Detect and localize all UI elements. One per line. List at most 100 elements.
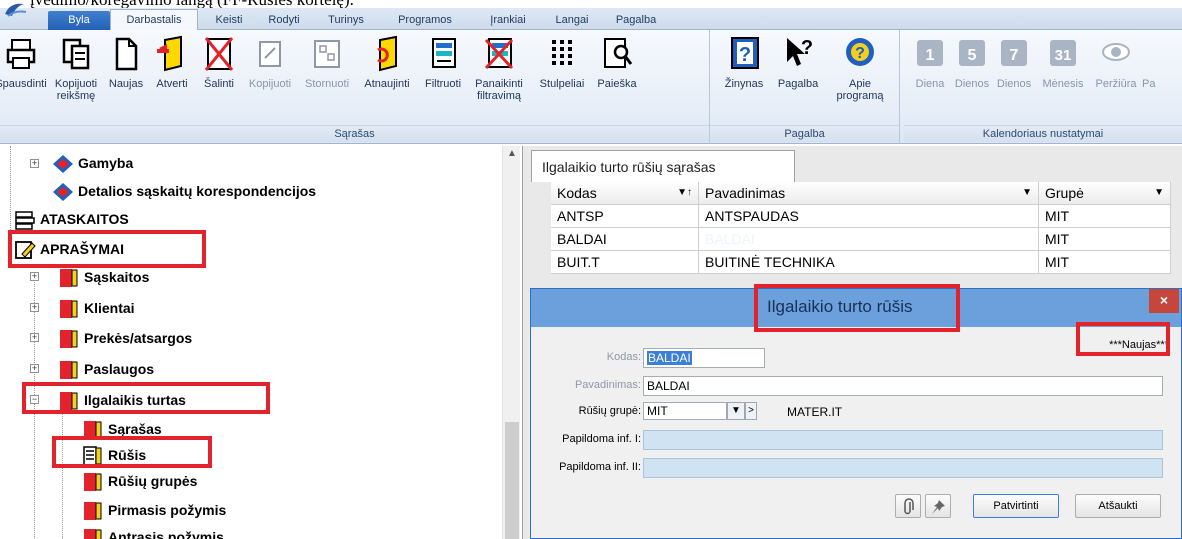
knowledge-base-button[interactable]: ? Žinynas — [716, 34, 772, 90]
tree-node-detalios[interactable]: Detalios sąskaitų korespondencijos — [52, 180, 316, 202]
tree-node-pirmasis-pozymis[interactable]: Pirmasis požymis — [82, 499, 226, 521]
calendar-month-button[interactable]: 31 Mėnesis — [1036, 34, 1090, 90]
new-button[interactable]: Naujas — [104, 34, 148, 90]
eye-icon — [1102, 43, 1130, 61]
table-row[interactable]: ANTSP ANTSPAUDAS MIT — [531, 205, 1182, 228]
delete-button[interactable]: Šalinti — [196, 34, 242, 90]
help-button[interactable]: ? Pagalba — [772, 34, 824, 90]
print-button[interactable]: Spausdinti — [0, 34, 52, 90]
remove-filter-button[interactable]: Panaikinti filtravimą — [468, 34, 530, 102]
dropdown-button[interactable]: ▼ — [727, 402, 745, 420]
inf2-label: Papildoma inf. II: — [559, 461, 641, 473]
tree-node-klientai[interactable]: Klientai — [58, 297, 135, 319]
tree-node-antrasis-pozymis[interactable]: Antrasis požymis — [82, 526, 224, 539]
ribbon-group-sarasas: Spausdinti Kopijuoti reikšmę Naujas Atve… — [0, 30, 710, 144]
expand-toggle[interactable]: + — [30, 159, 39, 168]
ribbon-group-title: Kalendoriaus nustatymai — [904, 125, 1182, 142]
column-header-pavadinimas[interactable]: Pavadinimas ▼ — [699, 182, 1039, 205]
open-button[interactable]: Atverti — [148, 34, 196, 90]
tab-langai[interactable]: Langai — [542, 11, 602, 30]
calendar-week-icon: 7 — [1001, 40, 1027, 66]
tab-byla[interactable]: Byla — [48, 11, 110, 30]
calendar-preview-button[interactable]: Peržiūra — [1088, 34, 1144, 90]
tree-node-saskaitos[interactable]: Sąskaitos — [58, 266, 149, 288]
folder-book-icon — [60, 392, 78, 411]
copy-disabled-icon — [259, 41, 281, 67]
tree-node-sarasas[interactable]: Sąrašas — [82, 418, 162, 440]
tree-scrollbar[interactable]: ▲ — [502, 146, 520, 539]
calendar-5days-button[interactable]: 5 Dienos — [950, 34, 994, 90]
expand-toggle[interactable]: + — [30, 364, 39, 373]
tree-connector — [62, 404, 63, 539]
filter-icon[interactable]: ▼ — [1022, 182, 1032, 204]
table-row[interactable]: BUIT.T BUITINĖ TECHNIKA MIT — [531, 251, 1182, 274]
next-button[interactable]: > — [745, 402, 757, 420]
data-grid: Kodas ▼↑ Pavadinimas ▼ Grupė ▼ ANTSP ANTSPA… — [531, 182, 1182, 274]
svg-text:?: ? — [801, 37, 813, 59]
navigation-tree: + Gamyba Detalios sąskaitų korespondenci… — [0, 146, 522, 539]
tab-keisti[interactable]: Keisti — [204, 11, 254, 30]
calendar-more-button[interactable]: Pa — [1142, 34, 1182, 90]
confirm-button[interactable]: Patvirtinti — [973, 494, 1059, 518]
tab-turinys[interactable]: Turinys — [316, 11, 376, 30]
expand-toggle[interactable]: + — [30, 303, 39, 312]
expand-toggle[interactable]: + — [30, 272, 39, 281]
svg-text:?: ? — [739, 44, 751, 66]
copy-button[interactable]: Kopijuoti — [242, 34, 298, 90]
filter-button[interactable]: Filtruoti — [418, 34, 468, 90]
tree-node-aprasymai[interactable]: APRAŠYMAI — [14, 238, 124, 260]
table-row[interactable]: BALDAI BALDAI MIT — [531, 228, 1182, 251]
search-icon — [604, 38, 633, 68]
refresh-button[interactable]: Atnaujinti — [356, 34, 418, 90]
tab-irankiai[interactable]: Įrankiai — [476, 11, 540, 30]
tree-node-ataskaitos[interactable]: ATASKAITOS — [14, 208, 129, 231]
ribbon-group-title: Pagalba — [710, 125, 899, 142]
column-header-kodas[interactable]: Kodas ▼↑ — [551, 182, 699, 205]
scroll-up-icon[interactable]: ▲ — [507, 148, 517, 159]
tab-rodyti[interactable]: Rodyti — [256, 11, 312, 30]
tree-node-ilgalaikis-turtas[interactable]: Ilgalaikis turtas — [58, 389, 186, 411]
tab-programos[interactable]: Programos — [380, 11, 470, 30]
tree-node-paslaugos[interactable]: Paslaugos — [58, 358, 154, 380]
tab-list-title[interactable]: Ilgalaikio turto rūšių sąrašas — [531, 150, 795, 182]
reverse-button[interactable]: Stornuoti — [298, 34, 356, 90]
calendar-day-button[interactable]: 1 Diena — [908, 34, 952, 90]
search-button[interactable]: Paieška — [590, 34, 644, 90]
tree-connector — [10, 146, 11, 246]
filter-icon[interactable]: ▼ — [1154, 182, 1164, 204]
attach-button[interactable] — [895, 494, 921, 518]
expand-toggle[interactable]: + — [30, 333, 39, 342]
refresh-book-icon — [377, 35, 397, 72]
about-button[interactable]: ? Apie programą — [828, 34, 892, 102]
calendar-7days-button[interactable]: 7 Dienos — [992, 34, 1036, 90]
pavadinimas-label: Pavadinimas: — [574, 379, 641, 391]
tab-darbastalis[interactable]: Darbastalis — [110, 9, 198, 31]
sort-filter-icon[interactable]: ▼↑ — [677, 182, 692, 204]
folder-book-icon — [60, 269, 78, 288]
tree-node-rusiu-grupes[interactable]: Rūšių grupės — [82, 470, 197, 492]
diamond-module-icon — [53, 183, 73, 202]
column-header-grupe[interactable]: Grupė ▼ — [1039, 182, 1171, 205]
inf1-input[interactable] — [643, 430, 1163, 450]
pin-button[interactable] — [925, 494, 951, 518]
close-button[interactable]: × — [1149, 289, 1179, 313]
columns-button[interactable]: Stulpeliai — [530, 34, 594, 90]
inf2-input[interactable] — [643, 458, 1163, 478]
copy-value-button[interactable]: Kopijuoti reikšmę — [48, 34, 104, 102]
cancel-button[interactable]: Atšaukti — [1075, 494, 1161, 518]
rusiu-grupe-input[interactable]: MIT — [643, 402, 727, 420]
dialog-title-bar[interactable]: Ilgalaikio turto rūšis — [531, 289, 1181, 327]
tab-pagalba[interactable]: Pagalba — [604, 11, 668, 30]
pavadinimas-input[interactable]: BALDAI — [643, 376, 1163, 396]
ribbon-group-pagalba: ? Žinynas ? Pagalba ? Apie programą Paga… — [710, 30, 900, 144]
inf1-label: Papildoma inf. I: — [562, 433, 641, 445]
folder-book-icon — [84, 473, 102, 492]
tree-node-prekes[interactable]: Prekės/atsargos — [58, 327, 192, 349]
kodas-input[interactable]: BALDAI — [643, 348, 765, 368]
tree-node-gamyba[interactable]: Gamyba — [52, 152, 133, 174]
tree-node-rusis[interactable]: Rūšis — [82, 444, 146, 467]
collapse-toggle[interactable]: − — [30, 395, 39, 404]
app-logo-icon — [5, 3, 27, 17]
scrollbar-thumb[interactable] — [505, 422, 519, 539]
folder-book-icon — [84, 502, 102, 521]
